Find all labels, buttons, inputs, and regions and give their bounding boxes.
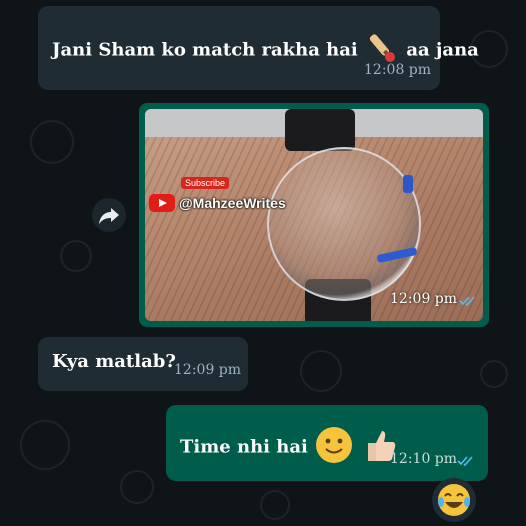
forward-arrow-icon (99, 208, 119, 224)
message-text: Time nhi hai (180, 425, 400, 470)
read-ticks-icon (457, 456, 473, 467)
youtube-icon (149, 194, 175, 212)
face-with-tears-of-joy-icon (438, 484, 470, 516)
watch-face (267, 147, 421, 301)
slightly-smiling-face-icon (314, 425, 354, 470)
watch-crown (403, 175, 413, 193)
channel-handle: @MahzeeWrites (179, 195, 286, 211)
read-ticks-icon (459, 296, 475, 307)
outgoing-message-bubble[interactable]: Time nhi hai 12:10 pm (166, 405, 488, 481)
subscribe-badge: Subscribe (181, 177, 230, 189)
message-reaction[interactable] (432, 478, 476, 522)
message-timestamp: 12:10 pm (390, 451, 458, 467)
incoming-message-bubble[interactable]: Jani Sham ko match rakha hai aa jana 12:… (38, 6, 479, 90)
message-timestamp: 12:08 pm (364, 62, 432, 78)
incoming-message-bubble[interactable]: Kya matlab? 12:09 pm (38, 337, 248, 391)
forward-button[interactable] (92, 198, 126, 232)
message-text: Kya matlab? (52, 351, 176, 372)
message-timestamp: 12:09 pm (390, 291, 458, 307)
message-timestamp: 12:09 pm (174, 362, 242, 378)
message-image[interactable]: Subscribe @MahzeeWrites 12:09 pm (145, 109, 483, 321)
watch-strap-top (285, 109, 355, 151)
